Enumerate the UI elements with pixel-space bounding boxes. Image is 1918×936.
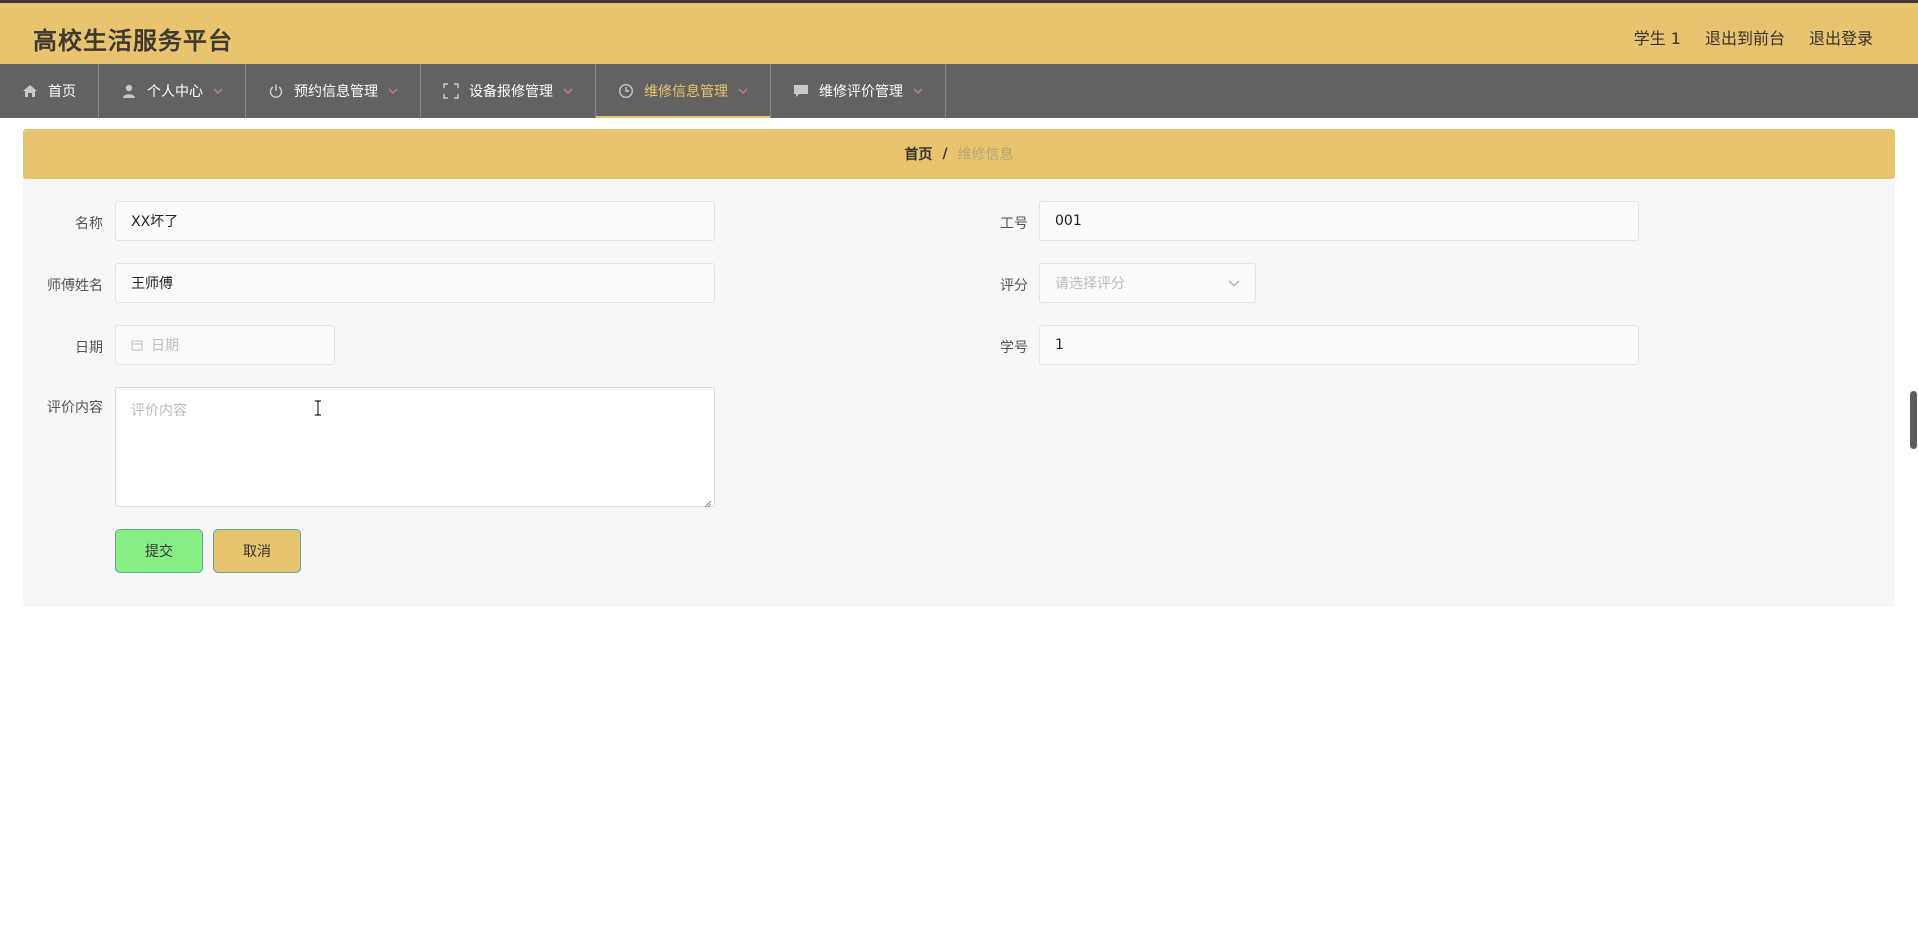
name-input[interactable]: XX坏了 [115, 201, 715, 241]
score-select[interactable]: 请选择评分 [1039, 263, 1256, 303]
app-header: 高校生活服务平台 学生 1 退出到前台 退出登录 [0, 3, 1918, 64]
date-placeholder: 日期 [151, 338, 179, 354]
app-title: 高校生活服务平台 [33, 27, 233, 55]
nav-label: 首页 [48, 84, 76, 100]
fullscreen-icon [443, 83, 459, 99]
comment-label: 评价内容 [47, 400, 103, 416]
date-label: 日期 [75, 340, 103, 356]
comment-textarea[interactable]: 评价内容 [115, 387, 715, 508]
logout-link[interactable]: 退出登录 [1809, 25, 1873, 49]
nav-label: 预约信息管理 [294, 84, 378, 100]
worker-id-label: 工号 [1000, 216, 1028, 232]
master-name-label: 师傅姓名 [47, 278, 103, 294]
chevron-down-icon [213, 87, 223, 95]
date-picker[interactable]: 日期 [115, 325, 335, 365]
clock-icon [618, 83, 634, 99]
nav-label: 设备报修管理 [469, 84, 553, 100]
calendar-icon [131, 339, 143, 351]
nav-item-repair-evaluation[interactable]: 维修评价管理 [771, 64, 946, 118]
back-to-front-link[interactable]: 退出到前台 [1705, 25, 1785, 49]
chevron-down-icon [563, 87, 573, 95]
nav-item-home[interactable]: 首页 [0, 64, 99, 118]
text-cursor-icon [313, 400, 323, 416]
chevron-down-icon [388, 87, 398, 95]
chevron-down-icon [1228, 275, 1240, 291]
message-icon [793, 83, 809, 99]
user-icon [121, 83, 137, 99]
score-label: 评分 [1000, 278, 1028, 294]
resize-handle-icon[interactable] [704, 496, 712, 508]
main-nav: 首页 个人中心 预约信息管理 设备报修管理 维修信息管理 维修评价管理 [0, 64, 1918, 118]
nav-label: 个人中心 [147, 84, 203, 100]
breadcrumb: 首页 / 维修信息 [23, 129, 1895, 179]
home-icon [22, 83, 38, 99]
breadcrumb-separator: / [942, 146, 948, 162]
scrollbar-thumb[interactable] [1910, 391, 1917, 449]
breadcrumb-home[interactable]: 首页 [904, 144, 932, 164]
master-name-input[interactable]: 王师傅 [115, 263, 715, 303]
nav-item-repair-report[interactable]: 设备报修管理 [421, 64, 596, 118]
comment-placeholder: 评价内容 [131, 403, 187, 419]
name-label: 名称 [75, 216, 103, 232]
chevron-down-icon [913, 87, 923, 95]
nav-label: 维修信息管理 [644, 84, 728, 100]
power-icon [268, 83, 284, 99]
header-links: 学生 1 退出到前台 退出登录 [1634, 25, 1873, 49]
breadcrumb-current: 维修信息 [957, 147, 1014, 163]
nav-item-reservation[interactable]: 预约信息管理 [246, 64, 421, 118]
student-id-label: 学号 [1000, 340, 1028, 356]
student-id-input[interactable]: 1 [1039, 325, 1639, 365]
nav-label: 维修评价管理 [819, 84, 903, 100]
cancel-button[interactable]: 取消 [213, 529, 301, 573]
nav-item-personal-center[interactable]: 个人中心 [99, 64, 246, 118]
nav-item-repair-info[interactable]: 维修信息管理 [596, 64, 771, 118]
current-user[interactable]: 学生 1 [1634, 25, 1681, 49]
worker-id-input[interactable]: 001 [1039, 201, 1639, 241]
submit-button[interactable]: 提交 [115, 529, 203, 573]
chevron-down-icon [738, 87, 748, 95]
score-placeholder: 请选择评分 [1055, 276, 1125, 292]
